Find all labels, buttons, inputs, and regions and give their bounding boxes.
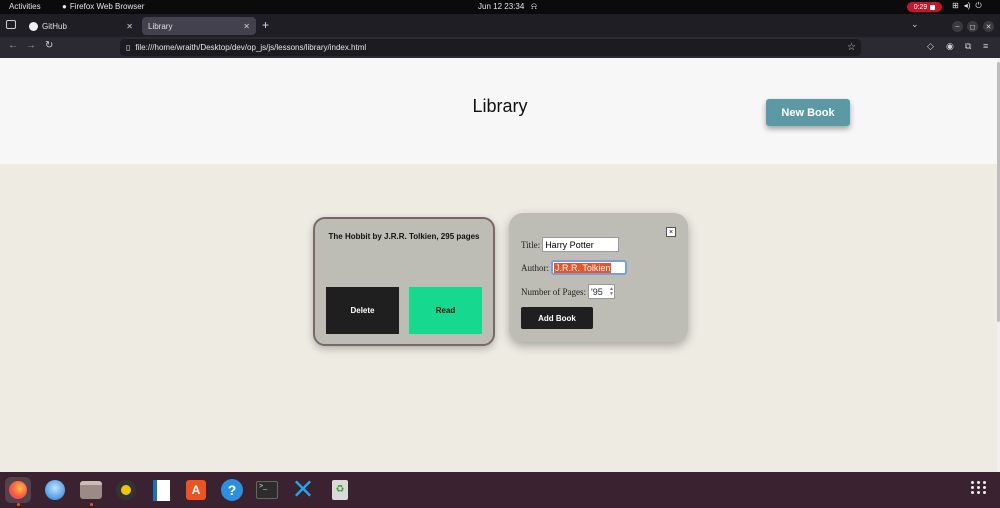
firefox-icon[interactable]	[5, 477, 31, 506]
volume-icon: ◂)	[963, 1, 971, 10]
url-text: file:///home/wraith/Desktop/dev/op_js/js…	[135, 43, 367, 52]
add-book-button[interactable]: Add Book	[521, 307, 593, 329]
title-label: Title:	[521, 239, 541, 250]
file-icon: ▯	[126, 43, 131, 52]
address-bar[interactable]: ▯ file:///home/wraith/Desktop/dev/op_js/…	[120, 39, 861, 56]
notification-icon: ⍾	[531, 1, 537, 11]
book-info: The Hobbit by J.R.R. Tolkien, 295 pages	[328, 232, 480, 241]
pages-input[interactable]: '95 ▲ ▼	[588, 284, 615, 299]
maximize-icon[interactable]: ◻	[967, 21, 978, 32]
tab-label: GitHub	[42, 21, 67, 31]
pages-value: '95	[591, 286, 603, 297]
reload-icon[interactable]: ↻	[45, 40, 53, 51]
author-selected-text: J.R.R. Tolkien	[554, 262, 612, 273]
pages-row: Number of Pages: '95 ▲ ▼	[521, 284, 615, 299]
writer-icon[interactable]	[148, 477, 174, 503]
new-book-button[interactable]: New Book	[766, 99, 850, 126]
pages-label: Number of Pages:	[521, 286, 586, 297]
read-toggle-button[interactable]: Read	[409, 287, 482, 334]
new-tab-button[interactable]: +	[262, 18, 269, 32]
running-indicator	[90, 503, 93, 506]
tab-github[interactable]: GitHub ✕	[23, 17, 139, 35]
tab-overview-icon[interactable]	[6, 20, 16, 29]
author-label: Author:	[521, 262, 549, 273]
clock[interactable]: Jun 12 23:34	[478, 2, 524, 11]
dock: A ? >_ ⨉ ♻	[0, 472, 1000, 508]
network-icon: ⊞	[952, 1, 959, 10]
app-name: Firefox Web Browser	[69, 2, 145, 11]
delete-button[interactable]: Delete	[326, 287, 399, 334]
extensions-icon[interactable]: ⧉	[965, 41, 971, 52]
bookmark-star-icon[interactable]: ☆	[847, 42, 856, 53]
rhythmbox-icon[interactable]	[113, 477, 139, 503]
recording-time: 0:29	[913, 3, 928, 11]
running-indicator	[17, 503, 20, 506]
minimize-icon[interactable]: –	[952, 21, 963, 32]
recording-indicator[interactable]: 0:29	[907, 2, 942, 12]
close-tab-icon[interactable]: ✕	[243, 22, 250, 31]
system-tray[interactable]: ⊞ ◂) ⏻	[952, 1, 982, 11]
book-card: The Hobbit by J.R.R. Tolkien, 295 pages …	[313, 217, 495, 346]
firefox-small-icon: ●	[62, 2, 67, 11]
forward-icon[interactable]: →	[26, 40, 36, 51]
page-viewport: Library New Book The Hobbit by J.R.R. To…	[0, 58, 997, 472]
terminal-icon[interactable]: >_	[254, 477, 280, 503]
account-icon[interactable]: ◉	[946, 41, 954, 52]
github-icon	[29, 21, 38, 31]
back-icon[interactable]: ←	[8, 40, 18, 51]
files-icon[interactable]	[78, 477, 104, 506]
title-row: Title:	[521, 237, 620, 252]
spinner-arrows-icon[interactable]: ▲ ▼	[609, 286, 614, 297]
tab-library[interactable]: Library ✕	[142, 17, 256, 35]
thunderbird-icon[interactable]	[42, 477, 68, 503]
menu-icon[interactable]: ≡	[983, 41, 988, 51]
app-menu[interactable]: ● Firefox Web Browser	[62, 2, 144, 11]
page-header: Library New Book	[0, 58, 997, 164]
trash-icon[interactable]: ♻	[327, 477, 353, 503]
title-input[interactable]	[542, 237, 620, 252]
tab-strip: GitHub ✕ Library ✕ + ⌄ – ◻ ✕	[0, 14, 1000, 37]
navigation-bar: ← → ↻ ▯ file:///home/wraith/Desktop/dev/…	[0, 37, 1000, 58]
app-center-icon[interactable]: A	[183, 477, 209, 503]
close-window-icon[interactable]: ✕	[983, 21, 994, 32]
close-form-button[interactable]: ×	[666, 227, 676, 237]
help-icon[interactable]: ?	[219, 477, 245, 503]
activities-button[interactable]: Activities	[9, 2, 41, 11]
list-tabs-icon[interactable]: ⌄	[911, 19, 919, 30]
tab-label: Library	[148, 21, 173, 31]
close-tab-icon[interactable]: ✕	[126, 22, 133, 31]
power-icon: ⏻	[975, 1, 982, 10]
vscode-icon[interactable]: ⨉	[290, 477, 316, 503]
stop-icon	[930, 4, 936, 10]
show-apps-icon[interactable]	[971, 481, 987, 494]
author-row: Author: J.R.R. Tolkien	[521, 260, 627, 275]
system-top-bar: Activities ● Firefox Web Browser Jun 12 …	[0, 0, 1000, 14]
author-input[interactable]: J.R.R. Tolkien	[551, 260, 627, 275]
pocket-icon[interactable]: ◇	[927, 41, 934, 52]
add-book-form: × Title: Author: J.R.R. Tolkien Number o…	[509, 213, 688, 342]
